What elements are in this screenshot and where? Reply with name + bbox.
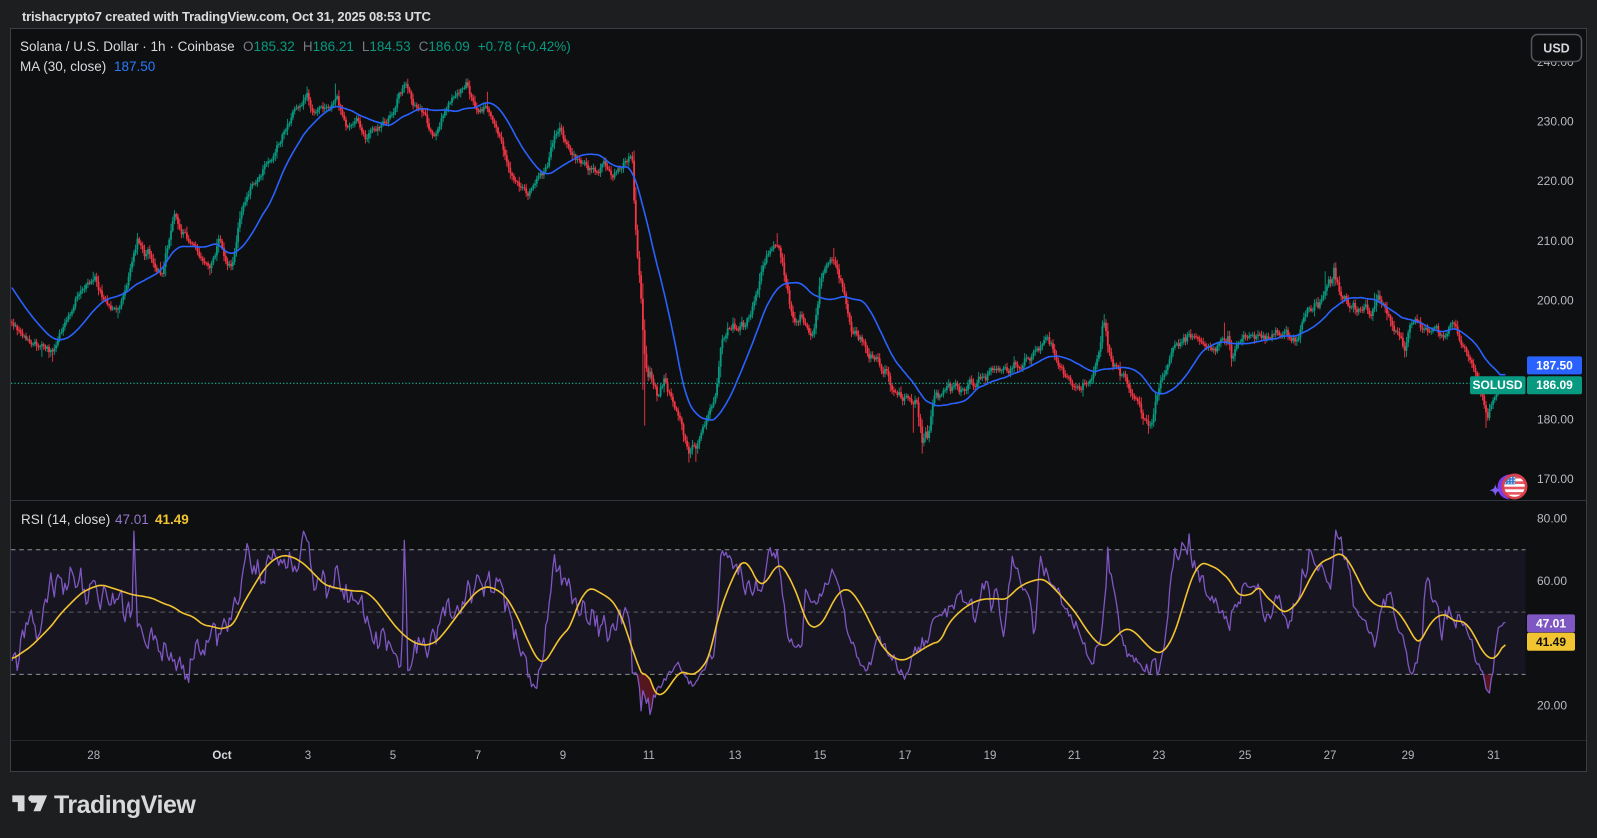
svg-text:41.49: 41.49	[1536, 635, 1566, 649]
svg-text:USD: USD	[1543, 42, 1569, 56]
svg-text:17: 17	[899, 750, 912, 762]
svg-text:28: 28	[87, 750, 100, 762]
svg-text:19: 19	[984, 750, 997, 762]
svg-text:25: 25	[1239, 750, 1252, 762]
svg-text:7: 7	[475, 750, 481, 762]
svg-text:9: 9	[560, 750, 566, 762]
svg-text:200.00: 200.00	[1537, 293, 1574, 307]
svg-text:11: 11	[643, 750, 655, 762]
svg-text:23: 23	[1153, 750, 1166, 762]
svg-text:Oct: Oct	[212, 750, 231, 762]
svg-text:170.00: 170.00	[1537, 472, 1574, 486]
svg-text:trishacrypto7 created with Tra: trishacrypto7 created with TradingView.c…	[22, 9, 432, 24]
svg-text:RSI (14, close): RSI (14, close)	[21, 512, 110, 527]
svg-text:180.00: 180.00	[1537, 413, 1574, 427]
svg-text:Solana / U.S. Dollar · 1h · Co: Solana / U.S. Dollar · 1h · Coinbase	[20, 39, 235, 54]
svg-text:TradingView: TradingView	[54, 791, 196, 819]
svg-text:21: 21	[1068, 750, 1081, 762]
svg-text:15: 15	[814, 750, 827, 762]
svg-text:80.00: 80.00	[1537, 512, 1567, 526]
svg-text:47.01: 47.01	[115, 512, 149, 527]
svg-text:29: 29	[1402, 750, 1415, 762]
svg-text:187.50: 187.50	[1536, 358, 1573, 372]
svg-text:47.01: 47.01	[1536, 616, 1566, 630]
svg-text:187.50: 187.50	[114, 59, 155, 74]
svg-text:5: 5	[390, 750, 396, 762]
svg-text:O185.32H186.21L184.53C186.09+0: O185.32H186.21L184.53C186.09+0.78 (+0.42…	[243, 39, 571, 54]
svg-text:210.00: 210.00	[1537, 234, 1574, 248]
svg-text:220.00: 220.00	[1537, 174, 1574, 188]
svg-text:27: 27	[1324, 750, 1337, 762]
svg-text:230.00: 230.00	[1537, 115, 1574, 129]
svg-text:13: 13	[729, 750, 742, 762]
svg-text:3: 3	[305, 750, 311, 762]
svg-text:SOLUSD: SOLUSD	[1472, 378, 1522, 392]
svg-text:31: 31	[1487, 750, 1500, 762]
svg-text:186.09: 186.09	[1536, 378, 1573, 392]
svg-text:20.00: 20.00	[1537, 699, 1567, 713]
svg-text:41.49: 41.49	[155, 512, 189, 527]
svg-text:60.00: 60.00	[1537, 574, 1567, 588]
svg-text:MA (30, close): MA (30, close)	[20, 59, 106, 74]
